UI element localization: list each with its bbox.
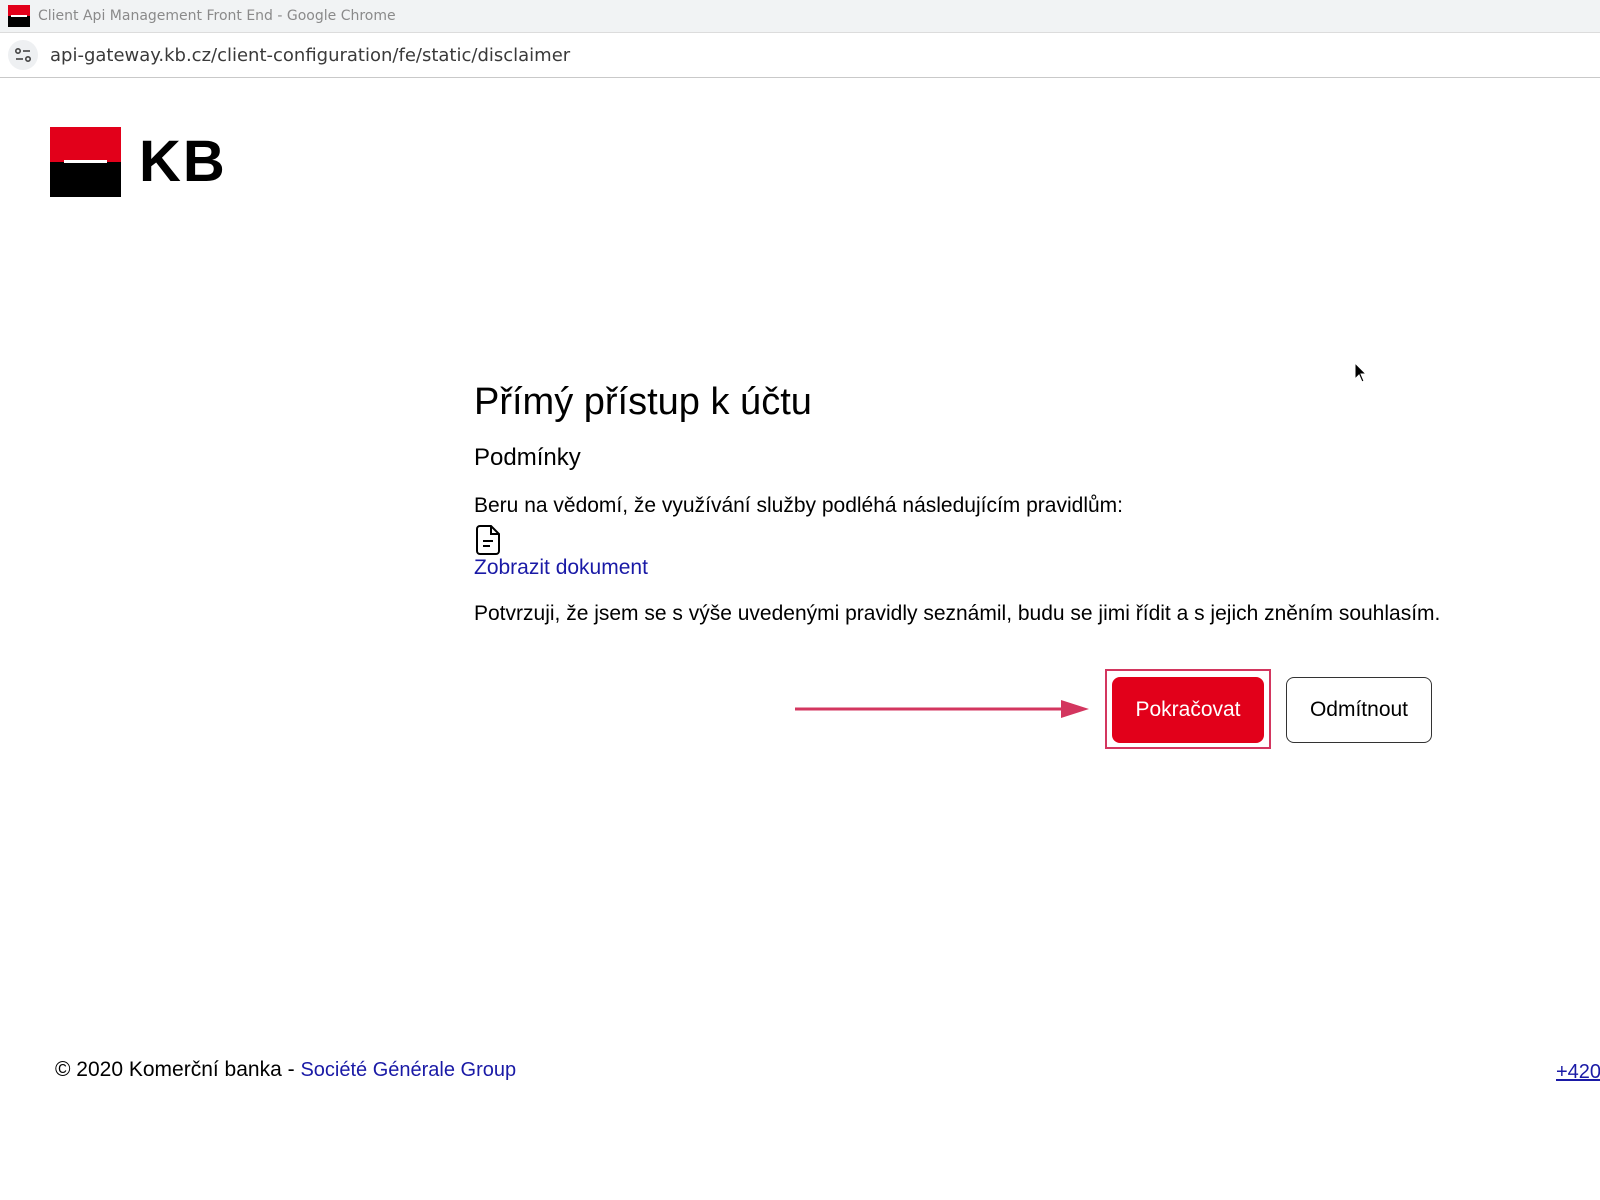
annotation-arrow-icon [795,700,1089,718]
kb-logo-mark [50,127,121,197]
window-title: Client Api Management Front End - Google… [38,8,396,24]
confirmation-text: Potvrzuji, že jsem se s výše uvedenými p… [474,601,1441,625]
kb-logo-text: KB [139,129,227,194]
document-icon[interactable] [474,524,504,556]
intro-text: Beru na vědomí, že využívání služby podl… [474,493,1124,517]
browser-title-bar: Client Api Management Front End - Google… [0,0,1600,33]
url-field[interactable]: api-gateway.kb.cz/client-configuration/f… [50,45,570,66]
site-info-button[interactable] [8,40,38,70]
tune-icon [14,47,32,63]
address-bar: api-gateway.kb.cz/client-configuration/f… [0,33,1600,78]
phone-link[interactable]: +420 [1556,1061,1600,1084]
disclaimer-content: Přímý přístup k účtu Podmínky Beru na vě… [474,380,1474,626]
kb-favicon-icon [8,5,30,27]
view-document-link[interactable]: Zobrazit dokument [474,556,648,580]
continue-button[interactable]: Pokračovat [1112,677,1264,743]
footer-copyright: © 2020 Komerční banka - [55,1058,301,1081]
kb-logo: KB [50,127,227,197]
page-title: Přímý přístup k účtu [474,381,812,423]
decline-button[interactable]: Odmítnout [1286,677,1432,743]
section-subtitle: Podmínky [474,443,581,471]
footer: © 2020 Komerční banka - Société Générale… [55,1058,516,1082]
societe-generale-link[interactable]: Société Générale Group [300,1059,516,1081]
